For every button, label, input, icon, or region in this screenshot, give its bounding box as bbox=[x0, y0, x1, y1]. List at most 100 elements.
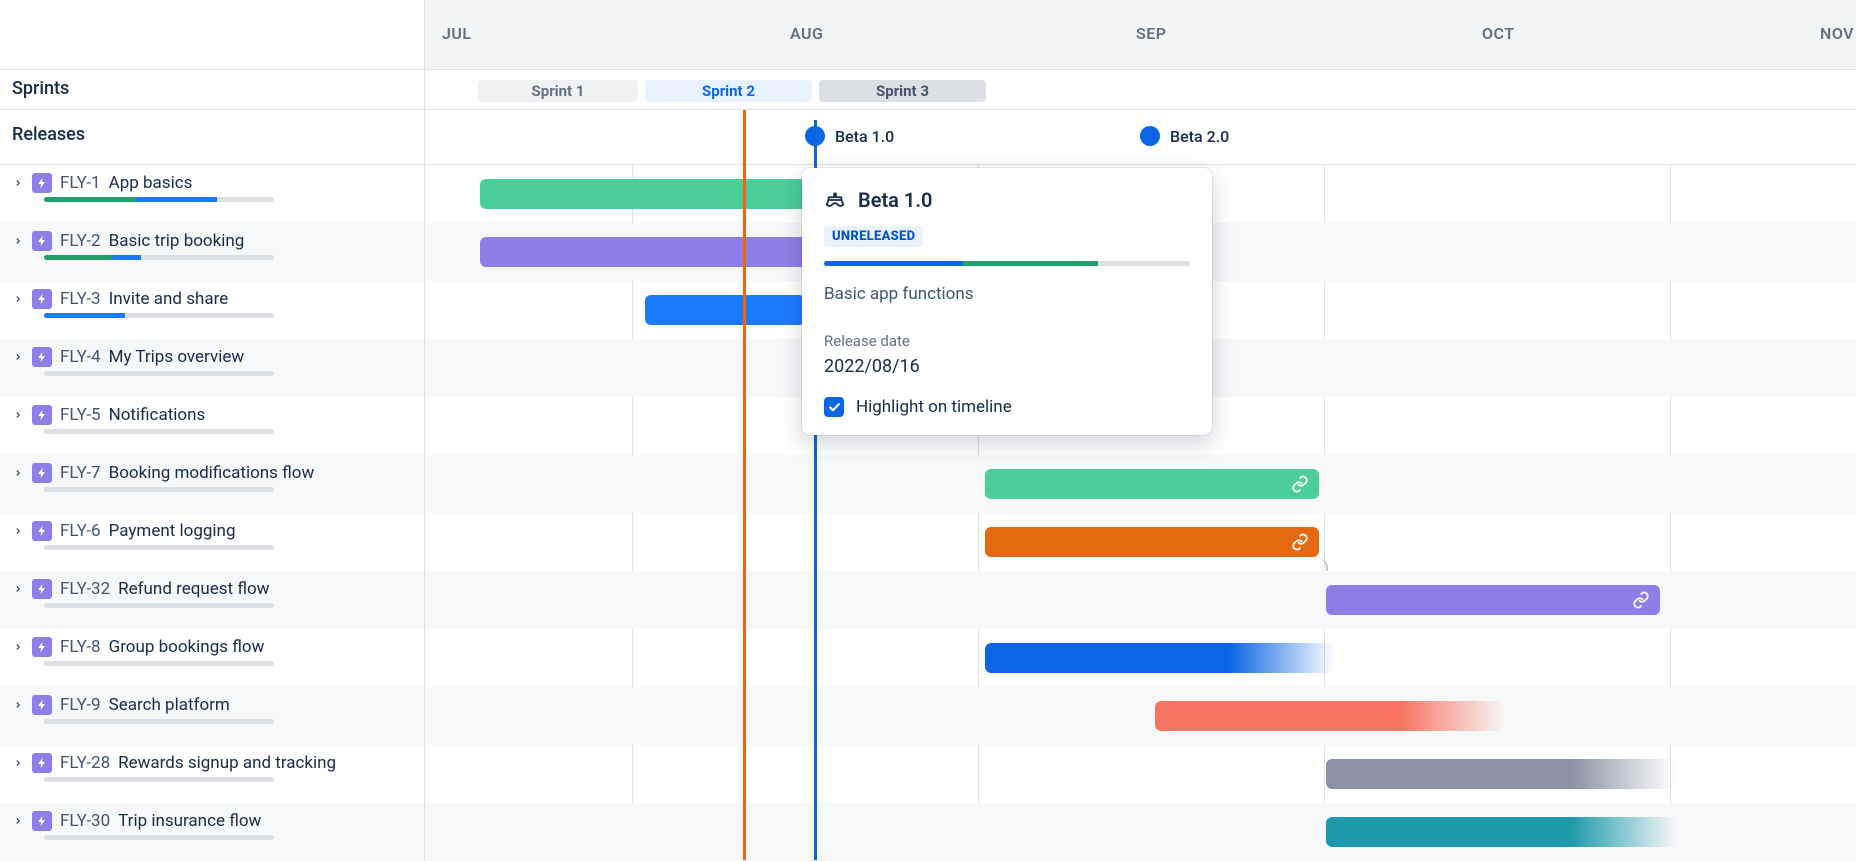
epic-progress-bar bbox=[44, 487, 274, 492]
month-label: NOV bbox=[1820, 24, 1854, 43]
epic-left-cell: FLY-5 Notifications bbox=[0, 397, 425, 455]
epic-left-cell: FLY-2 Basic trip booking bbox=[0, 223, 425, 281]
epic-type-icon bbox=[32, 637, 52, 657]
month-label: SEP bbox=[1136, 24, 1167, 43]
expand-chevron-icon[interactable] bbox=[12, 758, 24, 768]
highlight-checkbox[interactable] bbox=[824, 397, 844, 417]
progress-segment bbox=[44, 545, 217, 550]
epic-key[interactable]: FLY-1 bbox=[60, 173, 101, 193]
progress-segment bbox=[136, 197, 217, 202]
dependency-link-icon[interactable] bbox=[1291, 533, 1309, 551]
epic-type-icon bbox=[32, 811, 52, 831]
dependency-link-icon[interactable] bbox=[1632, 591, 1650, 609]
progress-segment bbox=[44, 835, 217, 840]
month-label: AUG bbox=[790, 24, 823, 43]
epic-key[interactable]: FLY-32 bbox=[60, 579, 110, 599]
sprint-pill[interactable]: Sprint 2 bbox=[645, 80, 812, 102]
release-marker[interactable]: Beta 2.0 bbox=[1140, 126, 1229, 146]
progress-segment bbox=[44, 777, 217, 782]
epic-type-icon bbox=[32, 695, 52, 715]
month-label: JUL bbox=[442, 24, 472, 43]
progress-segment bbox=[963, 261, 1098, 266]
epic-timeline-bar[interactable] bbox=[1326, 817, 1676, 847]
epic-row: FLY-8 Group bookings flow bbox=[0, 629, 1856, 687]
releases-header: Releases bbox=[0, 110, 425, 165]
expand-chevron-icon[interactable] bbox=[12, 816, 24, 826]
expand-chevron-icon[interactable] bbox=[12, 700, 24, 710]
release-date-label: Release date bbox=[824, 332, 1190, 350]
epic-progress-bar bbox=[44, 429, 274, 434]
epic-summary[interactable]: Invite and share bbox=[109, 289, 229, 309]
epic-key[interactable]: FLY-7 bbox=[60, 463, 101, 483]
epic-progress-bar bbox=[44, 719, 274, 724]
epic-summary[interactable]: Group bookings flow bbox=[109, 637, 265, 657]
sprint-pill[interactable]: Sprint 3 bbox=[819, 80, 986, 102]
epic-progress-bar bbox=[44, 197, 274, 202]
epic-type-icon bbox=[32, 521, 52, 541]
epic-timeline-bar[interactable] bbox=[985, 469, 1319, 499]
sprints-row: Sprints Sprint 1 Sprint 2 Sprint 3 bbox=[0, 70, 1856, 110]
epic-timeline-bar[interactable] bbox=[1326, 585, 1660, 615]
epic-row: FLY-7 Booking modifications flow bbox=[0, 455, 1856, 513]
progress-segment bbox=[1098, 261, 1190, 266]
epic-progress-bar bbox=[44, 777, 274, 782]
epic-title-line: FLY-8 Group bookings flow bbox=[12, 637, 412, 657]
epic-left-cell: FLY-6 Payment logging bbox=[0, 513, 425, 571]
dependency-link-icon[interactable] bbox=[1291, 475, 1309, 493]
epic-key[interactable]: FLY-5 bbox=[60, 405, 101, 425]
expand-chevron-icon[interactable] bbox=[12, 178, 24, 188]
highlight-checkbox-label: Highlight on timeline bbox=[856, 397, 1012, 417]
progress-segment bbox=[44, 719, 217, 724]
epic-key[interactable]: FLY-28 bbox=[60, 753, 110, 773]
popover-progress-bar bbox=[824, 261, 1190, 266]
epic-summary[interactable]: Trip insurance flow bbox=[118, 811, 261, 831]
epic-left-cell: FLY-28 Rewards signup and tracking bbox=[0, 745, 425, 803]
epic-key[interactable]: FLY-2 bbox=[60, 231, 101, 251]
expand-chevron-icon[interactable] bbox=[12, 352, 24, 362]
epic-title-line: FLY-32 Refund request flow bbox=[12, 579, 412, 599]
epic-left-cell: FLY-30 Trip insurance flow bbox=[0, 803, 425, 861]
epic-title-line: FLY-7 Booking modifications flow bbox=[12, 463, 412, 483]
epic-key[interactable]: FLY-9 bbox=[60, 695, 101, 715]
epic-title-line: FLY-30 Trip insurance flow bbox=[12, 811, 412, 831]
epic-progress-bar bbox=[44, 371, 274, 376]
check-icon bbox=[828, 401, 841, 414]
expand-chevron-icon[interactable] bbox=[12, 410, 24, 420]
expand-chevron-icon[interactable] bbox=[12, 642, 24, 652]
epic-timeline-bar[interactable] bbox=[645, 295, 805, 325]
epic-summary[interactable]: Rewards signup and tracking bbox=[118, 753, 336, 773]
expand-chevron-icon[interactable] bbox=[12, 236, 24, 246]
epic-timeline-bar[interactable] bbox=[1155, 701, 1505, 731]
epic-summary[interactable]: App basics bbox=[109, 173, 193, 193]
epic-summary[interactable]: Refund request flow bbox=[118, 579, 269, 599]
epic-key[interactable]: FLY-4 bbox=[60, 347, 101, 367]
epic-left-cell: FLY-4 My Trips overview bbox=[0, 339, 425, 397]
expand-chevron-icon[interactable] bbox=[12, 294, 24, 304]
epic-key[interactable]: FLY-3 bbox=[60, 289, 101, 309]
expand-chevron-icon[interactable] bbox=[12, 526, 24, 536]
epic-summary[interactable]: Notifications bbox=[109, 405, 206, 425]
release-marker[interactable]: Beta 1.0 bbox=[805, 126, 894, 146]
epic-title-line: FLY-5 Notifications bbox=[12, 405, 412, 425]
epic-progress-bar bbox=[44, 835, 274, 840]
epic-summary[interactable]: My Trips overview bbox=[109, 347, 245, 367]
epic-timeline-bar[interactable] bbox=[1326, 759, 1676, 789]
sprints-header: Sprints bbox=[0, 70, 425, 110]
epic-progress-bar bbox=[44, 603, 274, 608]
epic-summary[interactable]: Basic trip booking bbox=[109, 231, 245, 251]
epic-summary[interactable]: Booking modifications flow bbox=[109, 463, 315, 483]
release-dot-icon bbox=[1140, 126, 1160, 146]
popover-description: Basic app functions bbox=[824, 284, 1190, 304]
epic-summary[interactable]: Search platform bbox=[109, 695, 230, 715]
epic-summary[interactable]: Payment logging bbox=[109, 521, 236, 541]
epic-key[interactable]: FLY-6 bbox=[60, 521, 101, 541]
expand-chevron-icon[interactable] bbox=[12, 468, 24, 478]
epic-timeline-bar[interactable] bbox=[985, 643, 1335, 673]
epic-key[interactable]: FLY-30 bbox=[60, 811, 110, 831]
epic-progress-bar bbox=[44, 545, 274, 550]
epic-left-cell: FLY-32 Refund request flow bbox=[0, 571, 425, 629]
epic-timeline-bar[interactable] bbox=[985, 527, 1319, 557]
epic-key[interactable]: FLY-8 bbox=[60, 637, 101, 657]
sprint-pill[interactable]: Sprint 1 bbox=[478, 80, 638, 102]
expand-chevron-icon[interactable] bbox=[12, 584, 24, 594]
